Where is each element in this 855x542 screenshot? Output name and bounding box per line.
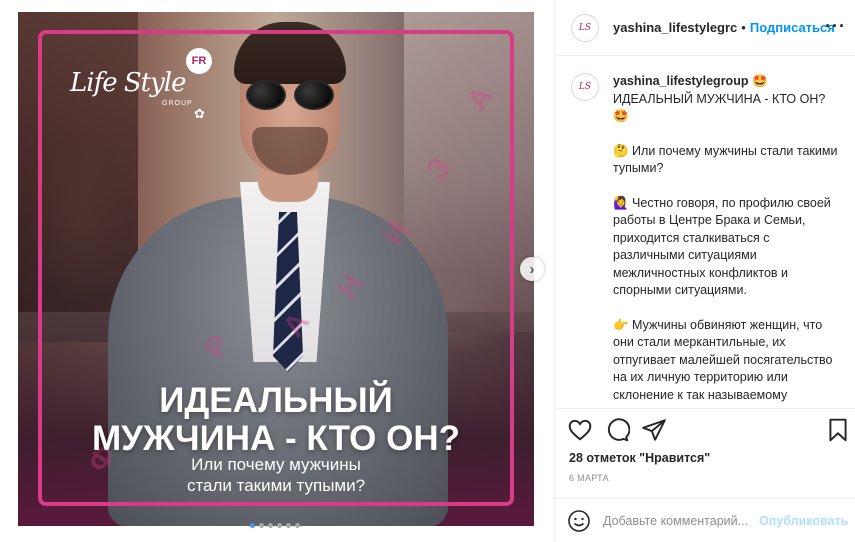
caption-scroll-area[interactable]: LS yashina_lifestylegroup 🤩 ИДЕАЛЬНЫЙ МУ… [555, 57, 855, 407]
caption: LS yashina_lifestylegroup 🤩 ИДЕАЛЬНЫЙ МУ… [571, 73, 842, 407]
comment-icon[interactable] [604, 417, 630, 443]
fr-badge: FR [186, 48, 212, 74]
headline: ИДЕАЛЬНЫЙ МУЖЧИНА - КТО ОН? [18, 382, 534, 458]
follow-button[interactable]: Подписаться [750, 20, 835, 35]
avatar[interactable]: LS [571, 13, 599, 42]
caption-body: yashina_lifestylegroup 🤩 ИДЕАЛЬНЫЙ МУЖЧИ… [613, 73, 838, 407]
carousel-dot [259, 523, 264, 528]
action-bar [555, 408, 855, 448]
carousel-dot [250, 523, 255, 528]
subheadline: Или почему мужчины стали такими тупыми? [18, 454, 534, 496]
avatar-logo-icon: LS [578, 82, 592, 92]
logo-subtitle: GROUP [162, 100, 193, 107]
subheadline-line-1: Или почему мужчины [191, 455, 361, 474]
caption-paragraph: 👉 Мужчины обвиняют женщин, что они стали… [613, 317, 833, 402]
post-date[interactable]: 6 МАРТА [569, 473, 609, 483]
carousel-dot [295, 523, 300, 528]
subheadline-line-2: стали такими тупыми? [186, 476, 366, 495]
carousel-dot [277, 523, 282, 528]
caption-avatar[interactable]: LS [571, 73, 599, 101]
chevron-right-icon: › [529, 260, 535, 278]
post-header: LS yashina_lifestylegrc • Подписаться ··… [555, 0, 855, 56]
carousel-dot [268, 523, 273, 528]
username-link[interactable]: yashina_lifestylegrc [613, 20, 737, 35]
logo-text: Life Style [70, 68, 187, 98]
emoji-icon[interactable] [567, 509, 591, 533]
likes-count[interactable]: 28 отметок "Нравится" [569, 451, 710, 465]
headline-line-2: МУЖЧИНА - КТО ОН? [92, 419, 460, 458]
post-image[interactable]: А З И Н А Р Ф Life Style GROUP ✿ FR ИДЕА… [18, 12, 534, 526]
caption-paragraph: yashina_lifestylegroup 🤩 ИДЕАЛЬНЫЙ МУЖЧИ… [613, 73, 838, 126]
heart-icon[interactable] [567, 417, 593, 443]
carousel-indicator [250, 523, 300, 528]
avatar-logo-icon: LS [578, 22, 592, 33]
headline-line-1: ИДЕАЛЬНЫЙ [159, 381, 393, 420]
publish-button[interactable]: Опубликовать [759, 514, 848, 528]
bookmark-icon[interactable] [825, 417, 851, 443]
paper-plane-icon[interactable] [641, 417, 667, 443]
caption-paragraph: 🤔 Или почему мужчины стали такими тупыми… [613, 143, 838, 176]
carousel-next-button[interactable]: › [520, 257, 544, 281]
comment-bar: Опубликовать [555, 498, 855, 542]
carousel-dot [286, 523, 291, 528]
post-side-panel: LS yashina_lifestylegrc • Подписаться ··… [554, 0, 855, 542]
post-media-panel: А З И Н А Р Ф Life Style GROUP ✿ FR ИДЕА… [0, 0, 554, 542]
butterfly-icon: ✿ [194, 106, 205, 121]
brand-logo: Life Style GROUP ✿ [66, 60, 205, 121]
caption-paragraph: 🙋‍♀️ Честно говоря, по профилю своей раб… [613, 195, 831, 298]
more-options-icon[interactable]: ··· [825, 16, 846, 37]
header-separator: • [741, 20, 746, 35]
caption-username[interactable]: yashina_lifestylegroup [613, 74, 748, 88]
comment-input[interactable] [603, 513, 753, 528]
